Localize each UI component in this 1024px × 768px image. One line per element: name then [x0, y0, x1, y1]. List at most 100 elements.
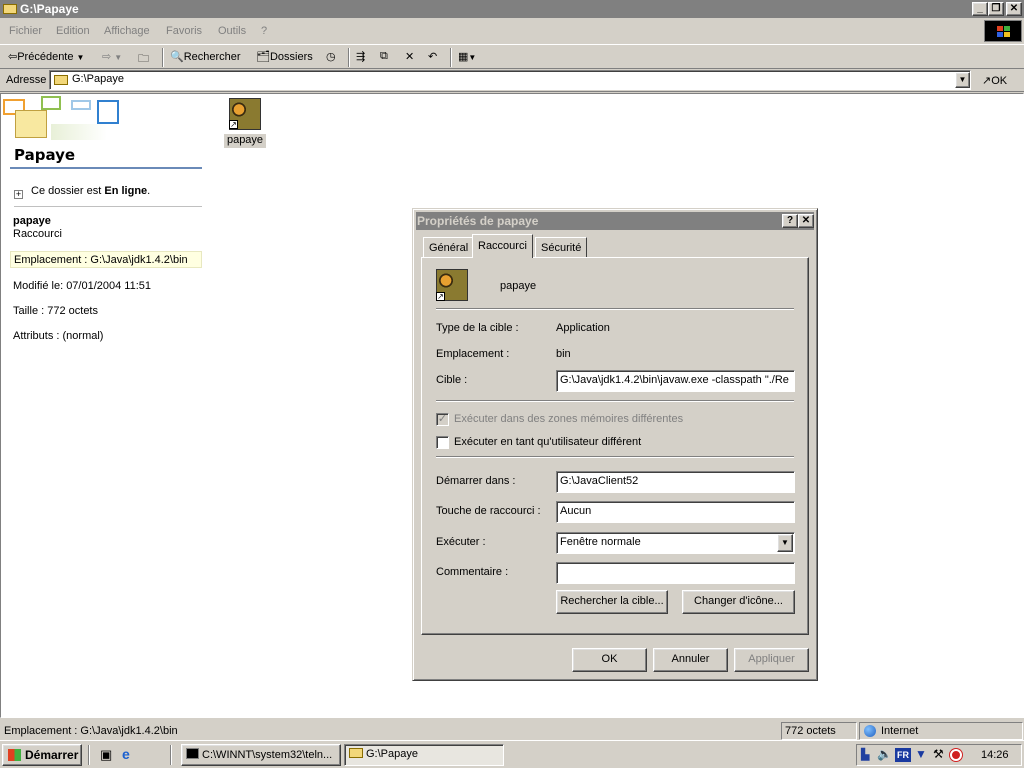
taskbar: Démarrer ▣ e C:\WINNT\system32\teln... G…	[0, 740, 1024, 768]
start-button[interactable]: Démarrer	[2, 744, 82, 766]
menu-affichage[interactable]: Affichage	[104, 25, 150, 37]
menu-bar: Fichier Edition Affichage Favoris Outils…	[0, 19, 1024, 43]
properties-dialog: Propriétés de papaye ? ✕ Général Raccour…	[412, 208, 818, 681]
tab-general[interactable]: Général	[423, 237, 475, 257]
comment-label: Commentaire :	[436, 566, 509, 578]
menu-favoris[interactable]: Favoris	[166, 25, 202, 37]
views-icon: ▦	[458, 51, 469, 63]
item-size: Taille : 772 octets	[13, 305, 98, 317]
search-icon: 🔍	[170, 51, 184, 63]
target-label: Cible :	[436, 374, 468, 386]
address-input[interactable]: G:\Papaye	[49, 70, 971, 90]
item-name: papaye	[13, 215, 51, 227]
expand-icon[interactable]: +	[14, 190, 23, 199]
run-select-value: Fenêtre normale	[560, 536, 641, 548]
globe-icon	[864, 725, 876, 737]
chevron-down-icon[interactable]: ▼	[777, 534, 793, 552]
console-icon	[186, 748, 199, 759]
internet-explorer-icon[interactable]: e	[122, 746, 130, 762]
back-arrow-icon: ⇦	[8, 51, 18, 63]
cancel-button[interactable]: Annuler	[653, 648, 728, 672]
chevron-down-icon: ▼	[114, 53, 123, 62]
language-indicator[interactable]: FR	[895, 748, 911, 762]
run-select[interactable]: Fenêtre normale ▼	[556, 532, 795, 554]
run-as-user-label: Exécuter en tant qu'utilisateur différen…	[454, 436, 642, 448]
location-label: Emplacement :	[436, 348, 510, 360]
address-dropdown-button[interactable]: ▼	[955, 72, 970, 88]
move-to-icon[interactable]: ⇶	[356, 50, 365, 63]
status-location: Emplacement : G:\Java\jdk1.4.2\bin	[4, 725, 178, 737]
menu-help[interactable]: ?	[261, 25, 267, 37]
history-icon[interactable]: ◷	[326, 50, 336, 63]
shortcut-key-input[interactable]: Aucun	[556, 501, 795, 523]
run-as-user-checkbox[interactable]	[436, 436, 449, 449]
up-folder-icon[interactable]: 🗀	[138, 50, 149, 69]
volume-icon[interactable]: 🔈	[877, 747, 892, 761]
comment-input[interactable]	[556, 562, 795, 584]
shortcut-arrow-icon: ↗	[436, 292, 445, 301]
menu-edition[interactable]: Edition	[56, 25, 90, 37]
dialog-close-button[interactable]: ✕	[798, 214, 814, 228]
window-title: G:\Papaye	[20, 2, 79, 16]
item-location: Emplacement : G:\Java\jdk1.4.2\bin	[10, 251, 202, 268]
menu-fichier[interactable]: Fichier	[9, 25, 42, 37]
heading-underline	[10, 167, 202, 169]
copy-to-icon[interactable]: ⧉	[380, 50, 388, 63]
location-value: bin	[556, 348, 571, 360]
target-input[interactable]: G:\Java\jdk1.4.2\bin\javaw.exe -classpat…	[556, 370, 795, 392]
antivirus-icon[interactable]	[950, 749, 962, 761]
clock[interactable]: 14:26	[981, 749, 1009, 761]
window-title-bar[interactable]: G:\Papaye _ ❐ ✕	[0, 0, 1024, 18]
large-folder-icon	[15, 110, 47, 138]
tools-icon[interactable]: ⚒	[933, 747, 944, 761]
go-button[interactable]: ↗OK	[982, 74, 1007, 87]
find-target-button[interactable]: Rechercher la cible...	[556, 590, 668, 614]
taskbar-papaye[interactable]: G:\Papaye	[344, 744, 504, 766]
views-button[interactable]: ▦▼	[458, 50, 476, 63]
go-arrow-icon: ↗	[982, 75, 992, 87]
memory-checkbox[interactable]: ✓	[436, 413, 449, 426]
folders-button[interactable]: 🗂Dossiers	[256, 50, 313, 63]
chevron-down-icon: ▼	[76, 53, 85, 62]
status-zone: Internet	[859, 722, 1023, 740]
dialog-title-bar[interactable]: Propriétés de papaye ? ✕	[416, 212, 814, 230]
tab-securite[interactable]: Sécurité	[535, 237, 588, 257]
back-button[interactable]: ⇦Précédente ▼	[8, 50, 84, 63]
shortcut-key-label: Touche de raccourci :	[436, 505, 541, 517]
minimize-button[interactable]: _	[972, 2, 988, 16]
ok-button[interactable]: OK	[572, 648, 647, 672]
delete-icon[interactable]: ✕	[405, 50, 414, 63]
address-bar: Adresse G:\Papaye ▼ ↗OK	[0, 70, 1024, 92]
shortcut-name: papaye	[500, 280, 537, 292]
run-label: Exécuter :	[436, 536, 486, 548]
dialog-title: Propriétés de papaye	[417, 214, 539, 228]
tab-raccourci[interactable]: Raccourci	[472, 234, 533, 258]
restore-button[interactable]: ❐	[988, 2, 1004, 16]
folder-icon	[54, 75, 68, 85]
close-button[interactable]: ✕	[1006, 2, 1022, 16]
online-status: Ce dossier est En ligne.	[31, 185, 151, 197]
start-in-input[interactable]: G:\JavaClient52	[556, 471, 795, 493]
tab-panel: ↗ papaye Type de la cible : Application …	[421, 257, 809, 635]
menu-outils[interactable]: Outils	[218, 25, 246, 37]
toolbar: ⇦Précédente ▼ ⇨ ▼ 🗀 🔍Rechercher 🗂Dossier…	[0, 44, 1024, 69]
taskbar-telnet[interactable]: C:\WINNT\system32\teln...	[181, 744, 341, 766]
forward-button[interactable]: ⇨ ▼	[102, 50, 122, 63]
file-item[interactable]: ↗ papaye	[224, 96, 266, 150]
memory-checkbox-label: Exécuter dans des zones mémoires différe…	[454, 413, 684, 425]
shortcut-arrow-icon: ↗	[229, 120, 238, 129]
folder-icon	[349, 748, 363, 758]
search-button[interactable]: 🔍Rechercher	[170, 50, 241, 63]
apply-button[interactable]: Appliquer	[734, 648, 809, 672]
undo-icon[interactable]: ↶	[428, 50, 437, 63]
target-type-label: Type de la cible :	[436, 322, 519, 334]
start-in-label: Démarrer dans :	[436, 475, 516, 487]
show-desktop-icon[interactable]: ▣	[100, 747, 112, 763]
item-attributes: Attributs : (normal)	[13, 330, 104, 342]
help-button[interactable]: ?	[782, 214, 798, 228]
address-value: G:\Papaye	[72, 73, 124, 85]
change-icon-button[interactable]: Changer d'icône...	[682, 590, 795, 614]
folder-icon	[3, 4, 17, 14]
tray-app-icon[interactable]: ▼	[915, 747, 927, 761]
network-icon[interactable]: ▙	[861, 748, 869, 761]
